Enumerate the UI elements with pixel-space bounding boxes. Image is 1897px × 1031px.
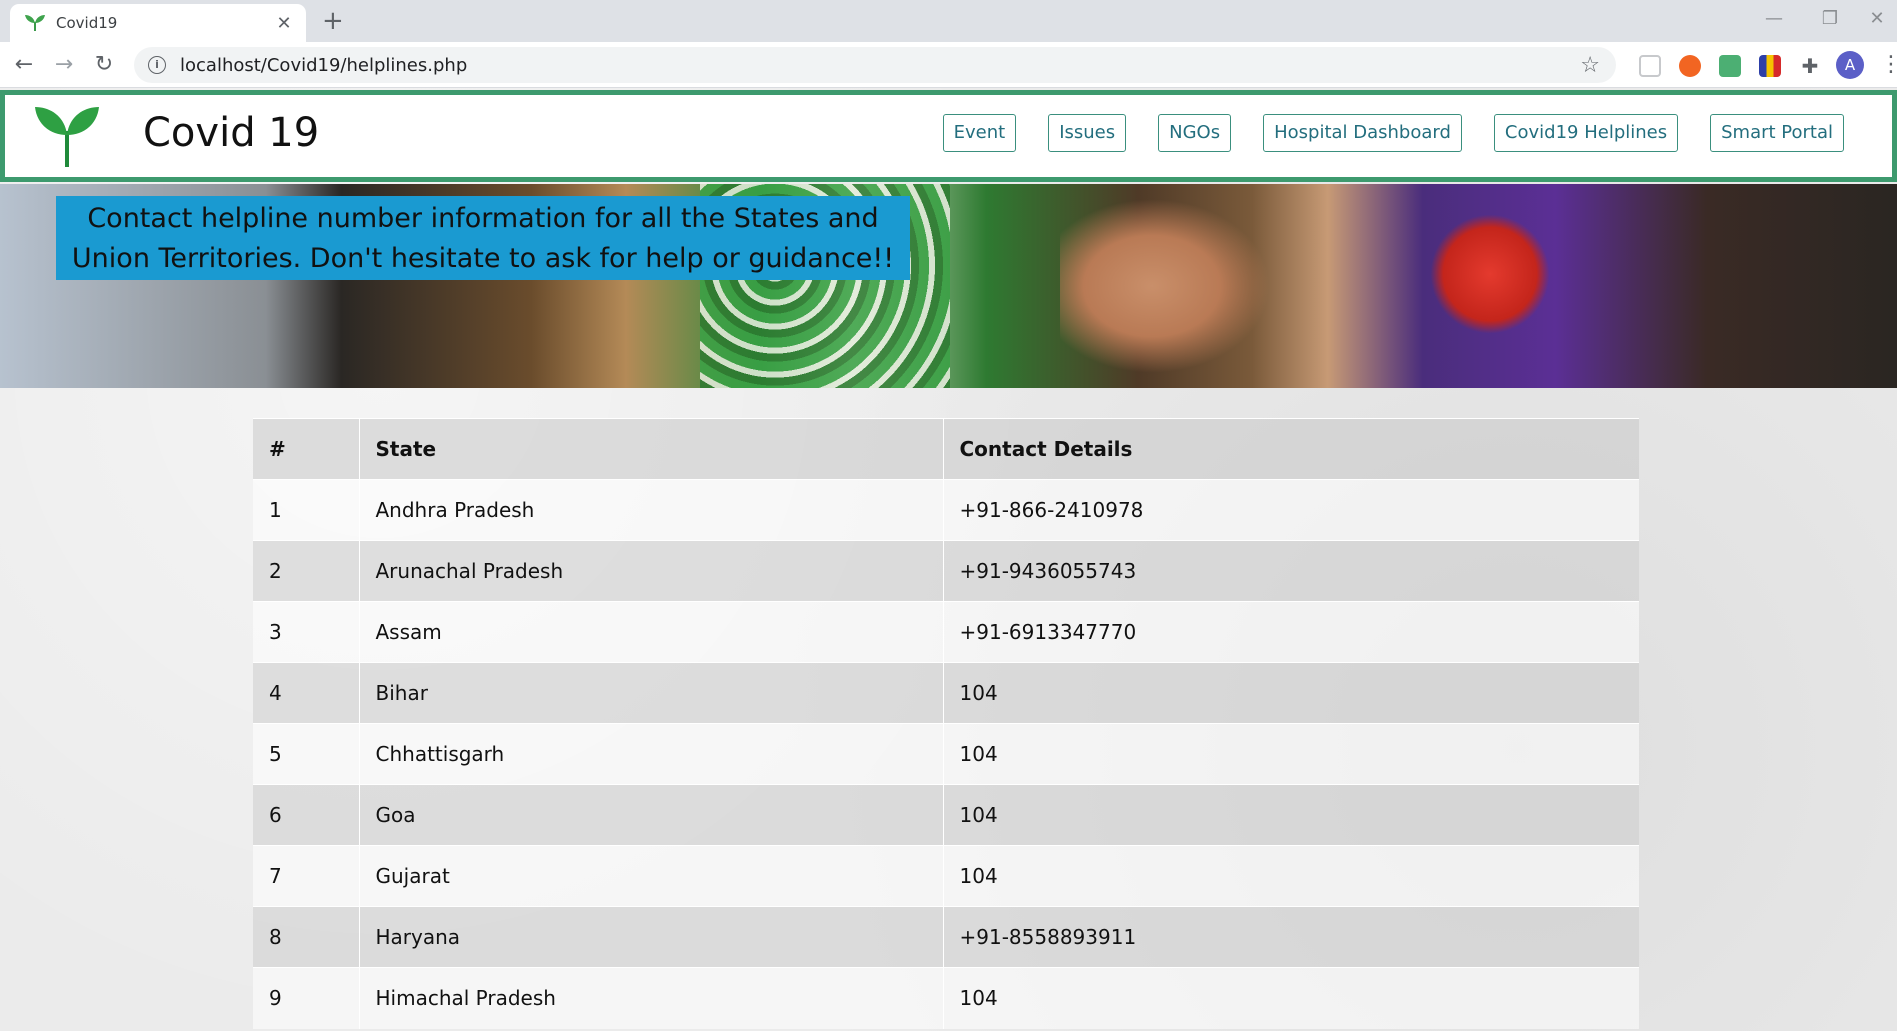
nav-covid19-helplines[interactable]: Covid19 Helplines bbox=[1493, 114, 1679, 152]
row-contact: 104 bbox=[943, 662, 1639, 724]
extension-2-icon[interactable] bbox=[1679, 55, 1701, 77]
row-number: 5 bbox=[253, 723, 360, 785]
row-number: 3 bbox=[253, 601, 360, 663]
helpline-table-container: # State Contact Details 1 Andhra Pradesh +… bbox=[253, 418, 1639, 1029]
table-row: 9 Himachal Pradesh 104 bbox=[253, 967, 1639, 1029]
site-header: Covid 19 Event Issues NGOs Hospital Dash… bbox=[0, 90, 1897, 182]
tab-close-icon[interactable]: ✕ bbox=[274, 13, 294, 34]
table-row: 8 Haryana +91-8558893911 bbox=[253, 906, 1639, 968]
address-bar[interactable]: i localhost/Covid19/helplines.php ☆ bbox=[134, 47, 1616, 83]
nav-hospital-dashboard[interactable]: Hospital Dashboard bbox=[1263, 114, 1462, 152]
table-row: 5 Chhattisgarh 104 bbox=[253, 723, 1639, 785]
row-state: Goa bbox=[359, 784, 944, 846]
row-state: Bihar bbox=[359, 662, 944, 724]
browser-toolbar: ← → ↻ i localhost/Covid19/helplines.php … bbox=[0, 42, 1897, 88]
row-contact: 104 bbox=[943, 967, 1639, 1029]
row-number: 4 bbox=[253, 662, 360, 724]
forward-arrow-icon[interactable]: → bbox=[48, 49, 80, 81]
bookmark-star-icon[interactable]: ☆ bbox=[1580, 53, 1600, 78]
row-state: Haryana bbox=[359, 906, 944, 968]
extension-1-icon[interactable] bbox=[1639, 55, 1661, 77]
new-tab-icon[interactable]: + bbox=[322, 6, 344, 36]
row-state: Chhattisgarh bbox=[359, 723, 944, 785]
row-number: 7 bbox=[253, 845, 360, 907]
row-contact: +91-866-2410978 bbox=[943, 479, 1639, 541]
extensions-puzzle-icon[interactable]: ✚ bbox=[1799, 55, 1821, 77]
extension-3-icon[interactable] bbox=[1719, 55, 1741, 77]
table-row: 2 Arunachal Pradesh +91-9436055743 bbox=[253, 540, 1639, 602]
helpline-table: # State Contact Details 1 Andhra Pradesh +… bbox=[253, 418, 1639, 1029]
nav-smart-portal[interactable]: Smart Portal bbox=[1710, 114, 1844, 152]
row-state: Himachal Pradesh bbox=[359, 967, 944, 1029]
row-state: Arunachal Pradesh bbox=[359, 540, 944, 602]
browser-tabstrip: Covid19 ✕ + — ❐ ✕ bbox=[0, 0, 1897, 42]
back-arrow-icon[interactable]: ← bbox=[8, 49, 40, 81]
site-info-icon[interactable]: i bbox=[148, 56, 166, 74]
hero-photo-hands bbox=[1060, 184, 1290, 388]
table-row: 6 Goa 104 bbox=[253, 784, 1639, 846]
reload-icon[interactable]: ↻ bbox=[88, 49, 120, 81]
row-contact: +91-9436055743 bbox=[943, 540, 1639, 602]
nav-ngos[interactable]: NGOs bbox=[1158, 114, 1232, 152]
window-close-icon[interactable]: ✕ bbox=[1857, 4, 1897, 34]
table-row: 4 Bihar 104 bbox=[253, 662, 1639, 724]
row-contact: 104 bbox=[943, 845, 1639, 907]
row-state: Gujarat bbox=[359, 845, 944, 907]
sprout-favicon-icon bbox=[25, 15, 45, 31]
header-number: # bbox=[253, 418, 360, 480]
profile-avatar[interactable]: A bbox=[1836, 51, 1864, 79]
hero-photo-red-cloth bbox=[1430, 214, 1550, 334]
row-contact: +91-6913347770 bbox=[943, 601, 1639, 663]
nav-event[interactable]: Event bbox=[942, 114, 1017, 152]
header-contact-details: Contact Details bbox=[943, 418, 1639, 480]
site-brand-title: Covid 19 bbox=[143, 110, 320, 156]
row-number: 1 bbox=[253, 479, 360, 541]
nav-issues[interactable]: Issues bbox=[1048, 114, 1127, 152]
row-contact: 104 bbox=[943, 723, 1639, 785]
address-url[interactable]: localhost/Covid19/helplines.php bbox=[180, 55, 1580, 76]
table-header-row: # State Contact Details bbox=[253, 418, 1639, 480]
extension-4-icon[interactable] bbox=[1759, 55, 1781, 77]
page-viewport: Covid 19 Event Issues NGOs Hospital Dash… bbox=[0, 88, 1897, 1031]
row-contact: 104 bbox=[943, 784, 1639, 846]
restore-icon[interactable]: ❐ bbox=[1810, 4, 1850, 34]
row-number: 8 bbox=[253, 906, 360, 968]
row-number: 9 bbox=[253, 967, 360, 1029]
table-row: 1 Andhra Pradesh +91-866-2410978 bbox=[253, 479, 1639, 541]
row-state: Andhra Pradesh bbox=[359, 479, 944, 541]
browser-tab[interactable]: Covid19 ✕ bbox=[10, 4, 306, 42]
row-number: 2 bbox=[253, 540, 360, 602]
minimize-icon[interactable]: — bbox=[1754, 4, 1794, 34]
tab-title: Covid19 bbox=[56, 14, 118, 32]
row-contact: +91-8558893911 bbox=[943, 906, 1639, 968]
sprout-logo-icon bbox=[35, 107, 99, 167]
table-row: 3 Assam +91-6913347770 bbox=[253, 601, 1639, 663]
row-number: 6 bbox=[253, 784, 360, 846]
row-state: Assam bbox=[359, 601, 944, 663]
hero-banner: Contact helpline number information for … bbox=[0, 184, 1897, 388]
browser-menu-icon[interactable]: ⋮ bbox=[1880, 50, 1897, 80]
hero-caption: Contact helpline number information for … bbox=[56, 196, 910, 280]
table-row: 7 Gujarat 104 bbox=[253, 845, 1639, 907]
main-nav: Event Issues NGOs Hospital Dashboard Cov… bbox=[942, 114, 1844, 152]
header-state: State bbox=[359, 418, 944, 480]
